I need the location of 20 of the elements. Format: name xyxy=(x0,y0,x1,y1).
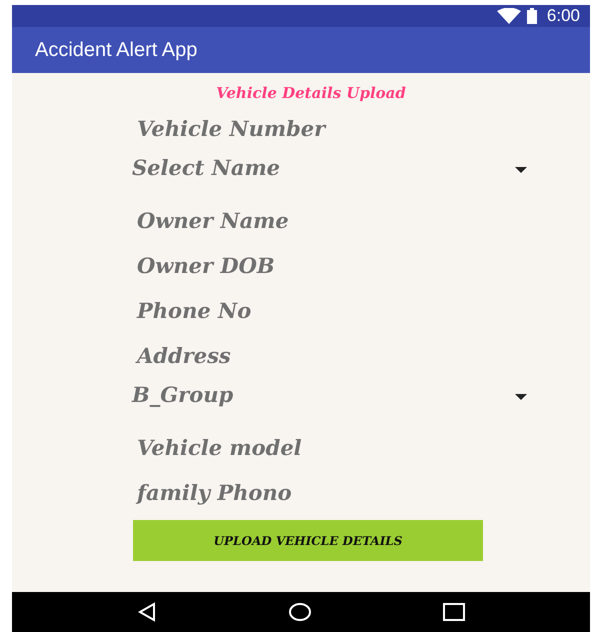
dropdown[interactable]: B_Group xyxy=(132,378,527,425)
caret-icon xyxy=(515,394,527,400)
form-heading: Vehicle Details Upload xyxy=(216,84,406,104)
recent-apps-icon[interactable] xyxy=(442,603,465,621)
input-field[interactable]: Vehicle Number xyxy=(133,106,493,151)
input-field[interactable]: Address xyxy=(133,333,493,378)
home-icon[interactable] xyxy=(288,602,312,622)
wifi-icon xyxy=(496,8,521,24)
battery-icon xyxy=(526,8,537,24)
upload-button[interactable]: UPLOAD VEHICLE DETAILS xyxy=(133,520,483,561)
app-title: Accident Alert App xyxy=(35,38,198,62)
dropdown[interactable]: Select Name xyxy=(132,151,527,198)
input-field[interactable]: Vehicle model xyxy=(133,425,493,470)
caret-icon xyxy=(515,167,527,173)
input-field[interactable]: family Phono xyxy=(133,470,493,515)
clock-time: 6:00 xyxy=(546,6,580,26)
input-field[interactable]: Owner Name xyxy=(133,198,493,243)
input-field[interactable]: Phone No xyxy=(133,288,493,333)
back-icon[interactable] xyxy=(137,602,158,622)
input-field[interactable]: Owner DOB xyxy=(133,243,493,288)
